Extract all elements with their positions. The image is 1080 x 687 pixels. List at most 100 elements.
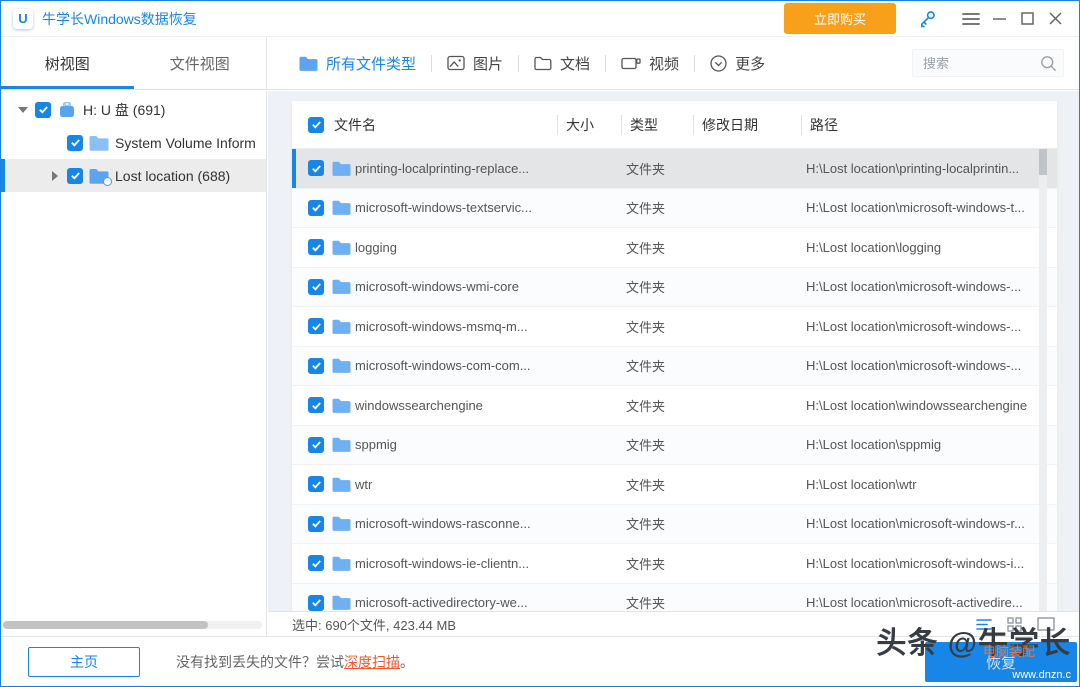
file-type: 文件夹	[618, 396, 690, 415]
register-key-icon[interactable]	[918, 9, 937, 28]
home-button[interactable]: 主页	[28, 647, 140, 677]
file-type: 文件夹	[618, 238, 690, 257]
toolbar-separator	[431, 55, 432, 72]
table-body: printing-localprinting-replace... 文件夹 H:…	[292, 149, 1057, 611]
column-header-size[interactable]: 大小	[557, 115, 621, 135]
search-input[interactable]	[923, 56, 1040, 71]
file-type: 文件夹	[618, 356, 690, 375]
app-title: 牛学长Windows数据恢复	[42, 9, 197, 29]
row-checkbox-checked[interactable]	[308, 595, 324, 611]
table-row[interactable]: windowssearchengine 文件夹 H:\Lost location…	[292, 386, 1057, 426]
column-header-date[interactable]: 修改日期	[693, 115, 801, 135]
folder-icon	[332, 240, 351, 255]
table-row[interactable]: microsoft-windows-msmq-m... 文件夹 H:\Lost …	[292, 307, 1057, 347]
checkbox-checked[interactable]	[67, 135, 83, 151]
column-header-path[interactable]: 路径	[801, 115, 1057, 135]
document-folder-icon	[534, 56, 552, 71]
row-checkbox-checked[interactable]	[308, 239, 324, 255]
folder-icon	[332, 595, 351, 610]
filter-videos[interactable]: 视频	[621, 53, 679, 74]
search-box	[912, 49, 1064, 77]
grid-view-icon[interactable]	[1007, 617, 1022, 632]
table-row[interactable]: microsoft-windows-wmi-core 文件夹 H:\Lost l…	[292, 268, 1057, 308]
file-name: logging	[355, 240, 554, 255]
row-checkbox-checked[interactable]	[308, 555, 324, 571]
file-name: printing-localprinting-replace...	[355, 161, 554, 176]
tree-item-lost-location[interactable]: Lost location (688)	[1, 159, 266, 192]
horizontal-scrollbar-thumb[interactable]	[3, 621, 208, 629]
file-type: 文件夹	[618, 435, 690, 454]
filter-all-file-types[interactable]: 所有文件类型	[299, 53, 416, 74]
maximize-button[interactable]	[1013, 6, 1041, 32]
table-row[interactable]: microsoft-windows-ie-clientn... 文件夹 H:\L…	[292, 544, 1057, 584]
table-row[interactable]: logging 文件夹 H:\Lost location\logging	[292, 228, 1057, 268]
select-all-checkbox[interactable]	[308, 117, 324, 133]
column-header-type[interactable]: 类型	[621, 115, 693, 135]
table-row[interactable]: printing-localprinting-replace... 文件夹 H:…	[292, 149, 1057, 189]
table-row[interactable]: microsoft-windows-textservic... 文件夹 H:\L…	[292, 189, 1057, 229]
list-view-icon[interactable]	[976, 618, 992, 631]
row-checkbox-checked[interactable]	[308, 437, 324, 453]
recover-button[interactable]: 恢复	[925, 642, 1077, 682]
file-type: 文件夹	[618, 593, 690, 611]
file-type: 文件夹	[618, 277, 690, 296]
file-type: 文件夹	[618, 554, 690, 573]
file-name: wtr	[355, 477, 554, 492]
column-header-name[interactable]: 文件名	[334, 115, 557, 135]
row-checkbox-checked[interactable]	[308, 318, 324, 334]
question-badge-icon	[103, 177, 112, 186]
collapse-arrow-icon[interactable]	[17, 104, 29, 116]
folder-icon	[89, 135, 109, 151]
table-row[interactable]: wtr 文件夹 H:\Lost location\wtr	[292, 465, 1057, 505]
video-icon	[621, 56, 641, 71]
file-name: microsoft-windows-rasconne...	[355, 516, 554, 531]
image-icon	[447, 55, 465, 71]
row-checkbox-checked[interactable]	[308, 476, 324, 492]
filter-documents[interactable]: 文档	[534, 53, 590, 74]
table-row[interactable]: microsoft-windows-com-com... 文件夹 H:\Lost…	[292, 347, 1057, 387]
tab-file-view[interactable]: 文件视图	[134, 37, 267, 89]
file-path: H:\Lost location\microsoft-windows-...	[798, 319, 1057, 334]
row-checkbox-checked[interactable]	[308, 279, 324, 295]
expand-arrow-icon[interactable]	[49, 170, 61, 182]
file-path: H:\Lost location\wtr	[798, 477, 1057, 492]
row-checkbox-checked[interactable]	[308, 200, 324, 216]
row-checkbox-checked[interactable]	[308, 516, 324, 532]
vertical-scrollbar-thumb[interactable]	[1039, 149, 1047, 175]
row-checkbox-checked[interactable]	[308, 160, 324, 176]
checkbox-checked[interactable]	[67, 168, 83, 184]
tree-item-label: Lost location (688)	[115, 168, 230, 184]
table-row[interactable]: sppmig 文件夹 H:\Lost location\sppmig	[292, 426, 1057, 466]
file-name: microsoft-windows-wmi-core	[355, 279, 554, 294]
filter-more[interactable]: 更多	[710, 53, 765, 74]
menu-icon[interactable]	[957, 6, 985, 32]
row-checkbox-checked[interactable]	[308, 397, 324, 413]
minimize-button[interactable]	[985, 6, 1013, 32]
file-table: 文件名 大小 类型 修改日期 路径 printing-localprinting…	[292, 101, 1057, 611]
search-icon[interactable]	[1040, 55, 1057, 72]
row-checkbox-checked[interactable]	[308, 358, 324, 374]
file-name: microsoft-windows-textservic...	[355, 200, 554, 215]
folder-icon	[332, 556, 351, 571]
vertical-scrollbar[interactable]	[1039, 149, 1047, 611]
folder-icon	[332, 161, 351, 176]
tree-item-drive[interactable]: H: U 盘 (691)	[1, 93, 266, 126]
folder-icon	[332, 200, 351, 215]
tree-item-system-volume[interactable]: System Volume Inform	[1, 126, 266, 159]
file-type: 文件夹	[618, 317, 690, 336]
checkbox-checked[interactable]	[35, 102, 51, 118]
toolbar-separator	[518, 55, 519, 72]
folder-icon	[332, 398, 351, 413]
buy-now-button[interactable]: 立即购买	[784, 3, 896, 34]
horizontal-scrollbar[interactable]	[3, 621, 262, 629]
deep-scan-link[interactable]: 深度扫描	[344, 654, 400, 670]
preview-view-icon[interactable]	[1037, 617, 1055, 631]
close-button[interactable]	[1041, 6, 1069, 32]
table-row[interactable]: microsoft-activedirectory-we... 文件夹 H:\L…	[292, 584, 1057, 612]
file-type: 文件夹	[618, 198, 690, 217]
status-bar: 选中: 690个文件, 423.44 MB	[268, 611, 1079, 636]
filter-images[interactable]: 图片	[447, 53, 503, 74]
file-name: microsoft-activedirectory-we...	[355, 595, 554, 610]
table-row[interactable]: microsoft-windows-rasconne... 文件夹 H:\Los…	[292, 505, 1057, 545]
tab-tree-view[interactable]: 树视图	[1, 37, 134, 89]
